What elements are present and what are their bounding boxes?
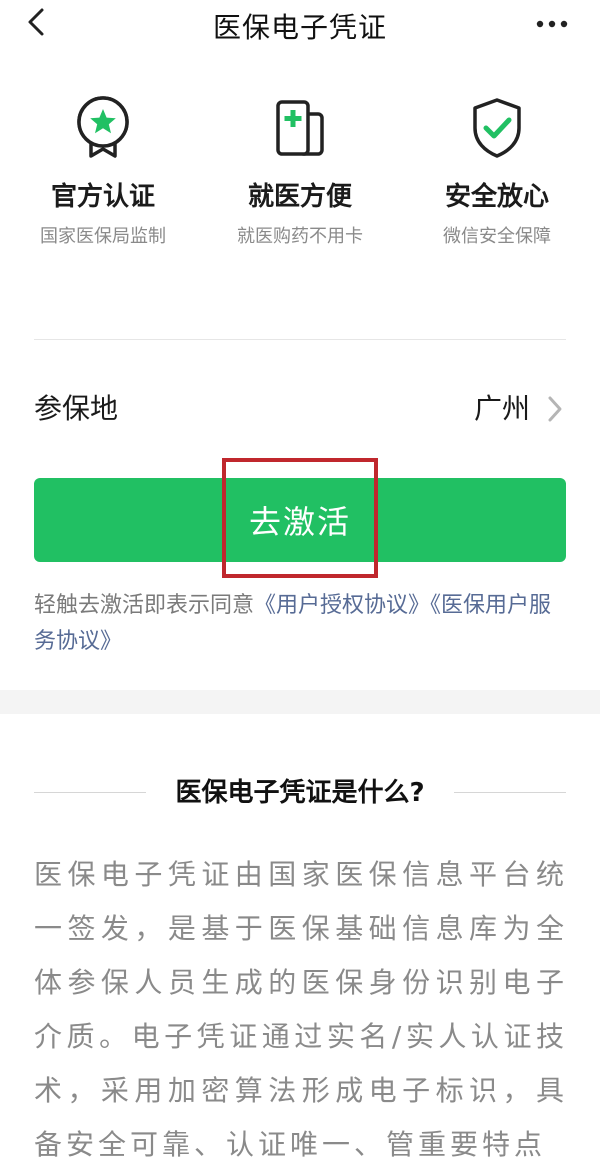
- insured-location-value: 广州: [473, 392, 530, 425]
- feature-desc: 微信安全保障: [443, 226, 551, 247]
- feature-title: 就医方便: [247, 182, 352, 212]
- activate-button[interactable]: 去激活: [34, 478, 566, 562]
- agreement-prefix: 轻触去激活即表示同意: [34, 593, 255, 618]
- feature-convenient: 就医方便 就医购药不用卡: [215, 94, 385, 253]
- top-bar: 医保电子凭证: [0, 0, 600, 48]
- agreement-text: 轻触去激活即表示同意《用户授权协议》《医保用户服务协议》: [34, 588, 568, 660]
- feature-desc: 国家医保局监制: [40, 226, 166, 247]
- feature-safe: 安全放心 微信安全保障: [412, 94, 582, 253]
- page-title: 医保电子凭证: [212, 11, 387, 44]
- section-body: 医保电子凭证由国家医保信息平台统一签发，是基于医保基础信息库为全体参保人员生成的…: [34, 858, 568, 1161]
- section-gap: [0, 690, 600, 714]
- divider: [34, 339, 566, 340]
- section-title: 医保电子凭证是什么?: [175, 778, 425, 808]
- shield-check-icon: [473, 98, 521, 158]
- section-header: 医保电子凭证是什么?: [34, 772, 566, 812]
- more-dots-icon[interactable]: [532, 6, 572, 42]
- feature-desc: 就医购药不用卡: [237, 226, 363, 247]
- chevron-right-icon: [548, 396, 562, 422]
- insured-location-row[interactable]: 参保地 广州: [0, 370, 600, 440]
- badge-star-icon: [77, 96, 129, 158]
- feature-title: 官方认证: [50, 182, 155, 212]
- feature-title: 安全放心: [444, 182, 549, 212]
- title-line-right: [454, 792, 566, 793]
- feature-official: 官方认证 国家医保局监制: [18, 94, 188, 253]
- insured-location-label: 参保地: [34, 392, 119, 425]
- feature-list: 官方认证 国家医保局监制 就医方便 就医购药不用卡 安全放心 微信安全保障: [0, 94, 600, 294]
- medical-card-icon: [276, 100, 324, 156]
- user-authorization-agreement-link[interactable]: 《用户授权协议》: [254, 593, 430, 618]
